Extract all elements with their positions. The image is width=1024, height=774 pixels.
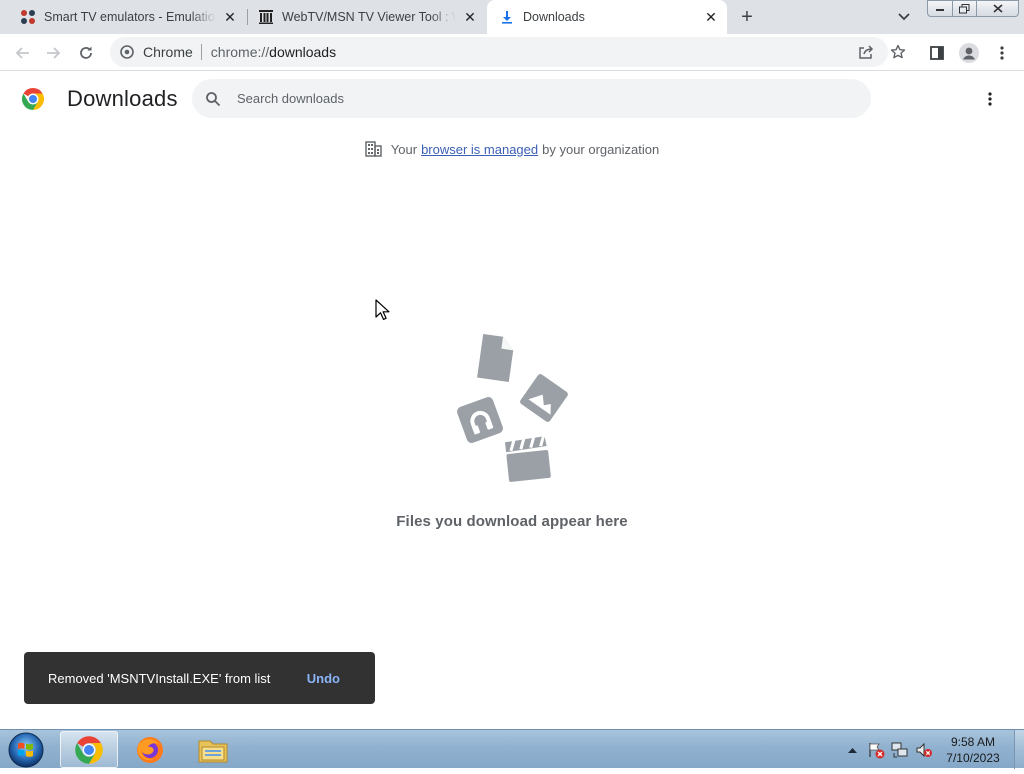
search-icon: [203, 89, 223, 109]
tab-strip: Smart TV emulators - Emulation General W…: [0, 0, 1024, 34]
mouse-cursor-icon: [375, 299, 391, 321]
download-icon: [499, 9, 515, 25]
chrome-icon: [75, 735, 103, 764]
forward-arrow-icon[interactable]: [41, 40, 67, 66]
downloads-header: Downloads: [0, 71, 1024, 127]
network-icon[interactable]: [891, 741, 909, 759]
managed-prefix: Your: [390, 141, 418, 157]
window-controls: [927, 0, 1019, 18]
close-tab-icon[interactable]: ✕: [701, 7, 721, 27]
toast-message: Removed 'MSNTVInstall.EXE' from list: [48, 670, 271, 686]
site-chip-label: Chrome: [143, 44, 193, 60]
address-bar[interactable]: Chrome chrome://downloads: [110, 37, 906, 67]
clock-date: 7/10/2023: [946, 751, 1000, 765]
url-scheme: chrome://: [210, 44, 270, 60]
emulation-wiki-favicon: [20, 9, 36, 25]
downloads-menu-icon[interactable]: [978, 87, 1002, 111]
close-window-icon[interactable]: [977, 0, 1019, 17]
close-tab-icon[interactable]: ✕: [460, 7, 480, 27]
browser-managed-link[interactable]: browser is managed: [421, 142, 538, 157]
search-input[interactable]: [237, 91, 837, 106]
restore-icon[interactable]: [953, 0, 977, 17]
system-tray: [843, 730, 939, 769]
chrome-site-icon: [119, 44, 135, 60]
start-button-icon[interactable]: [6, 731, 46, 769]
undo-button[interactable]: Undo: [307, 671, 340, 686]
volume-muted-icon[interactable]: [915, 741, 933, 759]
tab-search-chevron-icon[interactable]: [894, 8, 914, 26]
internet-archive-favicon: [258, 9, 274, 25]
removed-toast: Removed 'MSNTVInstall.EXE' from list Und…: [24, 652, 375, 704]
taskbar-clock[interactable]: 9:58 AM 7/10/2023: [938, 734, 1008, 766]
empty-state-message: Files you download appear here: [396, 513, 628, 530]
tab-internet-archive[interactable]: WebTV/MSN TV Viewer Tool : WebTV : Free …: [248, 0, 486, 34]
windows-taskbar: 9:58 AM 7/10/2023: [0, 729, 1024, 769]
close-tab-icon[interactable]: ✕: [220, 7, 240, 27]
tab-downloads[interactable]: Downloads ✕: [487, 0, 727, 34]
back-arrow-icon[interactable]: [9, 40, 35, 66]
chrome-logo-icon: [21, 87, 45, 111]
audio-icon: [457, 397, 503, 443]
building-icon: [365, 140, 383, 158]
omnibox-divider: [200, 44, 202, 60]
new-tab-button[interactable]: +: [736, 6, 758, 28]
managed-suffix: by your organization: [542, 141, 660, 157]
taskbar-chrome-button[interactable]: [60, 731, 118, 768]
show-hidden-icons-icon[interactable]: [843, 741, 861, 759]
video-clapperboard-icon: [505, 435, 551, 482]
profile-avatar-icon[interactable]: [956, 40, 982, 66]
side-panel-icon[interactable]: [924, 40, 950, 66]
action-center-flag-icon[interactable]: [867, 741, 885, 759]
url-host: downloads: [269, 44, 337, 60]
search-downloads-box[interactable]: [192, 79, 871, 118]
tab-title: Downloads: [523, 10, 585, 24]
share-icon[interactable]: [852, 37, 880, 67]
taskbar-explorer-button[interactable]: [184, 731, 242, 768]
managed-browser-notice: Your browser is managed by your organiza…: [0, 138, 1024, 160]
file-explorer-icon: [198, 740, 228, 762]
tab-title: WebTV/MSN TV Viewer Tool : WebTV : Free …: [282, 10, 456, 24]
tab-title: Smart TV emulators - Emulation General W…: [44, 10, 216, 24]
image-icon: [520, 374, 568, 422]
taskbar-firefox-button[interactable]: [121, 731, 179, 768]
page-title: Downloads: [67, 86, 178, 111]
reload-icon[interactable]: [73, 40, 99, 66]
show-desktop-button[interactable]: [1014, 730, 1024, 769]
firefox-icon: [137, 736, 163, 763]
browser-toolbar: Chrome chrome://downloads: [0, 34, 1024, 71]
minimize-icon[interactable]: [927, 0, 953, 17]
empty-downloads-illustration: [444, 330, 580, 490]
browser-menu-icon[interactable]: [989, 40, 1015, 66]
document-icon: [477, 333, 514, 383]
bookmark-star-icon[interactable]: [884, 37, 912, 67]
tab-emulation-wiki[interactable]: Smart TV emulators - Emulation General W…: [0, 0, 246, 34]
clock-time: 9:58 AM: [950, 735, 996, 749]
